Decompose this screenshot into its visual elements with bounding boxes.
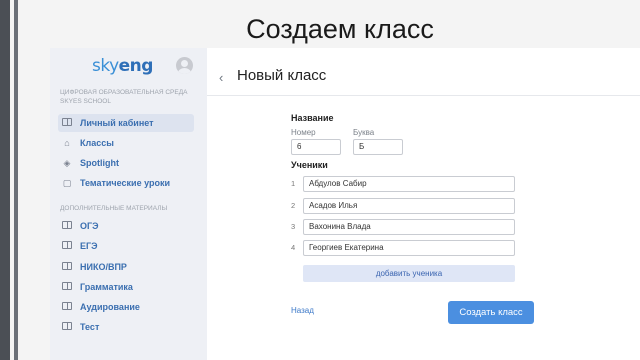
slide-decoration-bar [0,0,10,360]
clipboard-icon: ▢ [62,178,72,188]
back-link[interactable]: Назад [291,306,314,315]
sidebar-item-classes[interactable]: ⌂ Классы [58,134,194,152]
sidebar: skyeng ЦИФРОВАЯ ОБРАЗОВАТЕЛЬНАЯ СРЕДА SK… [50,48,207,360]
name-section-label: Название [291,113,334,123]
book-icon [62,241,72,251]
letter-field[interactable]: Б [353,139,403,155]
slide-title: Создаем класс [246,14,434,44]
student-row-number: 4 [291,243,296,252]
student-name-field[interactable]: Асадов Илья [303,198,515,214]
home-icon: ⌂ [64,138,70,148]
number-field[interactable]: 6 [291,139,341,155]
students-section-label: Ученики [291,160,328,170]
add-student-button[interactable]: добавить ученика [303,265,515,282]
book-icon [62,302,72,312]
letter-label: Буква [353,128,375,137]
header-divider [207,95,640,96]
sidebar-item-listening[interactable]: Аудирование [58,298,194,316]
skyeng-logo[interactable]: skyeng [92,56,153,76]
avatar[interactable] [176,57,193,74]
number-label: Номер [291,128,316,137]
page-title: Новый класс [237,67,327,84]
student-name-field[interactable]: Георгиев Екатерина [303,240,515,256]
sidebar-section-extra: ДОПОЛНИТЕЛЬНЫЕ МАТЕРИАЛЫ [60,205,168,212]
sidebar-item-thematic[interactable]: ▢ Тематические уроки [58,174,194,192]
student-name-field[interactable]: Абдулов Сабир [303,176,515,192]
back-chevron-icon[interactable]: ‹ [219,70,223,85]
create-class-button[interactable]: Создать класс [448,301,534,324]
student-row-number: 2 [291,201,296,210]
student-row-number: 3 [291,222,296,231]
main-panel: ‹ Новый класс Название Номер 6 Буква Б У… [207,48,640,360]
sidebar-item-grammar[interactable]: Грамматика [58,278,194,296]
sidebar-item-niko[interactable]: НИКО/ВПР [58,258,194,276]
book-icon [62,322,72,332]
graduation-cap-icon: ◈ [63,158,71,168]
slide-decoration-bar [14,0,18,360]
student-name-field[interactable]: Вахонина Влада [303,219,515,235]
sidebar-item-ege[interactable]: ЕГЭ [58,237,194,255]
sidebar-item-spotlight[interactable]: ◈ Spotlight [58,154,194,172]
book-icon [62,282,72,292]
book-icon [62,221,72,231]
book-icon [62,262,72,272]
sidebar-item-oge[interactable]: ОГЭ [58,217,194,235]
sidebar-item-cabinet[interactable]: Личный кабинет [58,114,194,132]
student-row-number: 1 [291,179,296,188]
app-screen: skyeng ЦИФРОВАЯ ОБРАЗОВАТЕЛЬНАЯ СРЕДА SK… [50,48,640,360]
sidebar-section-digital: ЦИФРОВАЯ ОБРАЗОВАТЕЛЬНАЯ СРЕДА SKYES SCH… [60,89,188,105]
sidebar-item-test[interactable]: Тест [58,318,194,336]
book-icon [62,118,72,128]
